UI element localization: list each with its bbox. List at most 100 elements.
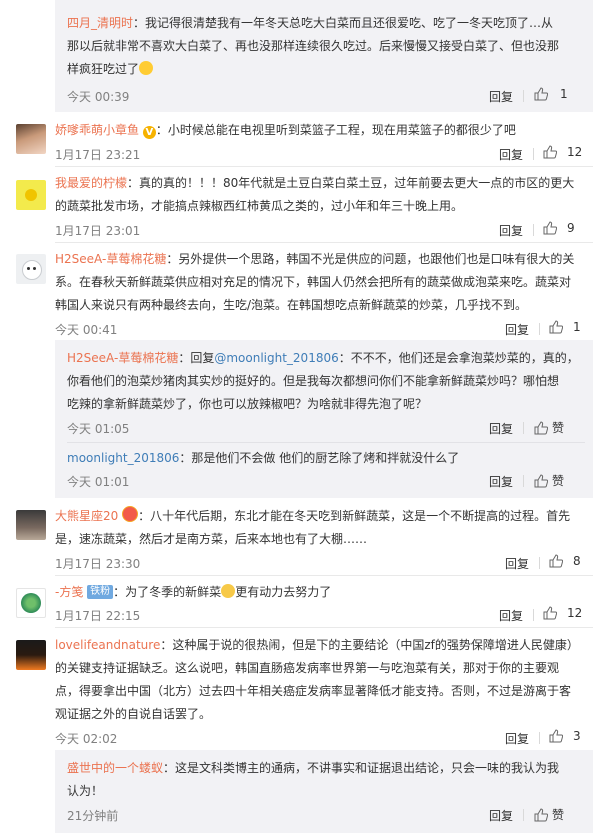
thumbs-up-icon: [549, 729, 563, 743]
reply-button[interactable]: 回复: [489, 807, 513, 824]
like-button[interactable]: 赞: [534, 806, 564, 823]
laugh-emoji-icon: [139, 61, 154, 75]
comment-text: lovelifeandnature：这种属于说的很热闹，但是下的主要结论（中国z…: [55, 638, 579, 652]
comment-text: 娇嗲乖萌小章鱼 V ：小时候总能在电视里听到菜篮子工程，现在用菜篮子的都很少了吧: [55, 123, 516, 139]
comment-text-line: 系。在春秋天新鲜蔬菜供应相对充足的情况下，韩国人仍然会把所有的蔬菜做成泡菜来吃。…: [55, 275, 572, 289]
comment-time: 1月17日 23:01: [55, 224, 141, 238]
divider: [539, 323, 540, 335]
reply-button[interactable]: 回复: [489, 473, 513, 490]
comment-text: 我最爱的柠檬：真的真的！！！80年代就是土豆白菜白菜土豆，过年前要去更大一点的市…: [55, 176, 575, 190]
blush-emoji-icon: [221, 584, 236, 598]
thumbs-up-icon: [549, 554, 563, 568]
comment-time: 1月17日 23:21: [55, 148, 141, 162]
divider: [533, 148, 534, 160]
comment-time: 今天 00:39: [67, 90, 130, 104]
thumbs-up-icon: [534, 87, 548, 101]
fan-badge: 铁粉: [87, 585, 114, 599]
comment-text-line: 是，速冻蔬菜，然后才是南方菜，后来本地也有了大棚……: [55, 532, 368, 546]
reply-button[interactable]: 回复: [499, 222, 523, 239]
divider: [539, 557, 540, 569]
medal-icon: [122, 506, 139, 522]
like-button[interactable]: 赞: [534, 419, 564, 436]
comment-author[interactable]: H2SeeA-草莓棉花糖: [55, 252, 166, 266]
like-count: 9: [567, 221, 575, 235]
comment-text: -方笺 铁粉 ：为了冬季的新鲜菜 更有动力去努力了: [55, 584, 332, 599]
comment-time: 今天 02:02: [55, 732, 118, 746]
reply-button[interactable]: 回复: [505, 555, 529, 572]
verified-v-icon: V: [142, 126, 156, 139]
comment-text: 盛世中的一个蝼蚁：这是文科类博主的通病，不讲事实和证据退出结论，只会一味的我认为…: [67, 761, 560, 775]
like-button[interactable]: 1: [549, 320, 581, 334]
reply-button[interactable]: 回复: [505, 730, 529, 747]
row-divider: [55, 575, 593, 576]
comment-text-line: 认为！: [67, 784, 104, 798]
comment-time: 今天 01:01: [67, 475, 130, 489]
thumbs-up-icon: [534, 473, 548, 487]
comment-text-line: 点，得要拿出中国（北方）过去四十年相关癌症发病率显著降低才能支持。否则，不过是游…: [55, 684, 572, 698]
like-button[interactable]: 12: [543, 606, 582, 620]
comment-author[interactable]: -方笺: [55, 585, 83, 599]
comment-text: H2SeeA-草莓棉花糖：回复@moonlight_201806：不不不，他们还…: [67, 351, 579, 365]
comment-text-line: 吃辣的拿新鲜蔬菜炒了，你也可以放辣椒吧？为啥就非得先泡了呢？: [67, 397, 428, 411]
thumbs-up-icon: [543, 606, 557, 620]
comment-author[interactable]: 盛世中的一个蝼蚁: [67, 761, 163, 775]
thumbs-up-icon: [543, 221, 557, 235]
like-label: 赞: [552, 474, 565, 488]
thumbs-up-icon: [549, 320, 563, 334]
comment-text-line: 那以后就非常不喜欢大白菜了、再也没那样连续很久吃过。后来慢慢又接受白菜了、但也没…: [67, 39, 560, 53]
divider: [523, 90, 524, 102]
divider: [533, 224, 534, 236]
like-button[interactable]: 8: [549, 554, 581, 568]
divider: [533, 609, 534, 621]
avatar[interactable]: [16, 180, 46, 210]
comment-author[interactable]: lovelifeandnature: [55, 638, 160, 652]
reply-button[interactable]: 回复: [489, 88, 513, 105]
comment-author[interactable]: H2SeeA-草莓棉花糖: [67, 351, 178, 365]
divider: [539, 732, 540, 744]
like-count: 8: [573, 554, 581, 568]
row-divider: [67, 442, 585, 443]
avatar[interactable]: [16, 254, 46, 284]
reply-button[interactable]: 回复: [489, 420, 513, 437]
comment-author[interactable]: moonlight_201806: [67, 451, 179, 465]
comment-author[interactable]: 大熊星座20: [55, 509, 118, 523]
reply-button[interactable]: 回复: [505, 321, 529, 338]
comment-author[interactable]: 四月_清明时: [67, 16, 133, 30]
avatar[interactable]: [16, 588, 46, 618]
reply-button[interactable]: 回复: [499, 146, 523, 163]
like-button[interactable]: 12: [543, 145, 582, 159]
thumbs-up-icon: [534, 420, 548, 434]
comment-author[interactable]: 我最爱的柠檬: [55, 176, 127, 190]
comment-author[interactable]: 娇嗲乖萌小章鱼: [55, 123, 139, 137]
like-button[interactable]: 9: [543, 221, 575, 235]
comment-text-line: 样疯狂吃过了: [67, 58, 154, 81]
like-count: 1: [573, 320, 581, 334]
comment-time: 今天 00:41: [55, 323, 118, 337]
comment-time: 1月17日 22:15: [55, 609, 141, 623]
comment-text: moonlight_201806：那是他们不会做 他们的厨艺除了烤和拌就没什么了: [67, 451, 460, 465]
row-divider: [55, 166, 593, 167]
avatar[interactable]: [16, 124, 46, 154]
like-button[interactable]: 1: [534, 87, 568, 101]
like-count: 12: [567, 606, 583, 620]
like-label: 赞: [552, 421, 565, 435]
comment-text-line: 韩国人来说只有两种最终去向，生吃/泡菜。在韩国想吃点新鲜蔬菜的炒菜，几乎找不到。: [55, 298, 528, 312]
comment-text: H2SeeA-草莓棉花糖：另外提供一个思路，韩国不光是供应的问题，也跟他们也是口…: [55, 252, 575, 266]
mention-link[interactable]: @moonlight_201806: [214, 351, 338, 365]
comment-text-line: 你看他们的泡菜炒猪肉其实炒的挺好的。但是我每次都想问你们不能拿新鲜蔬菜炒吗？哪怕…: [67, 374, 560, 388]
reply-button[interactable]: 回复: [499, 607, 523, 624]
divider: [523, 475, 524, 487]
divider: [523, 809, 524, 821]
like-button[interactable]: 赞: [534, 472, 564, 489]
comment-text-line: 的蔬菜批发市场，才能搞点辣椒西红柿黄瓜之类的，过小年和年三十晚上用。: [55, 199, 464, 213]
like-count: 12: [567, 145, 583, 159]
like-button[interactable]: 3: [549, 729, 581, 743]
comment-time: 今天 01:05: [67, 422, 130, 436]
avatar[interactable]: [16, 640, 46, 670]
row-divider: [55, 627, 593, 628]
comment-text-line: 观证据之外的自说自话罢了。: [55, 707, 212, 721]
comment-text: 大熊星座20 ：八十年代后期，东北才能在冬天吃到新鲜蔬菜，这是一个不断提高的过程…: [55, 505, 570, 528]
avatar[interactable]: [16, 510, 46, 540]
thumbs-up-icon: [534, 807, 548, 821]
row-divider: [55, 242, 593, 243]
